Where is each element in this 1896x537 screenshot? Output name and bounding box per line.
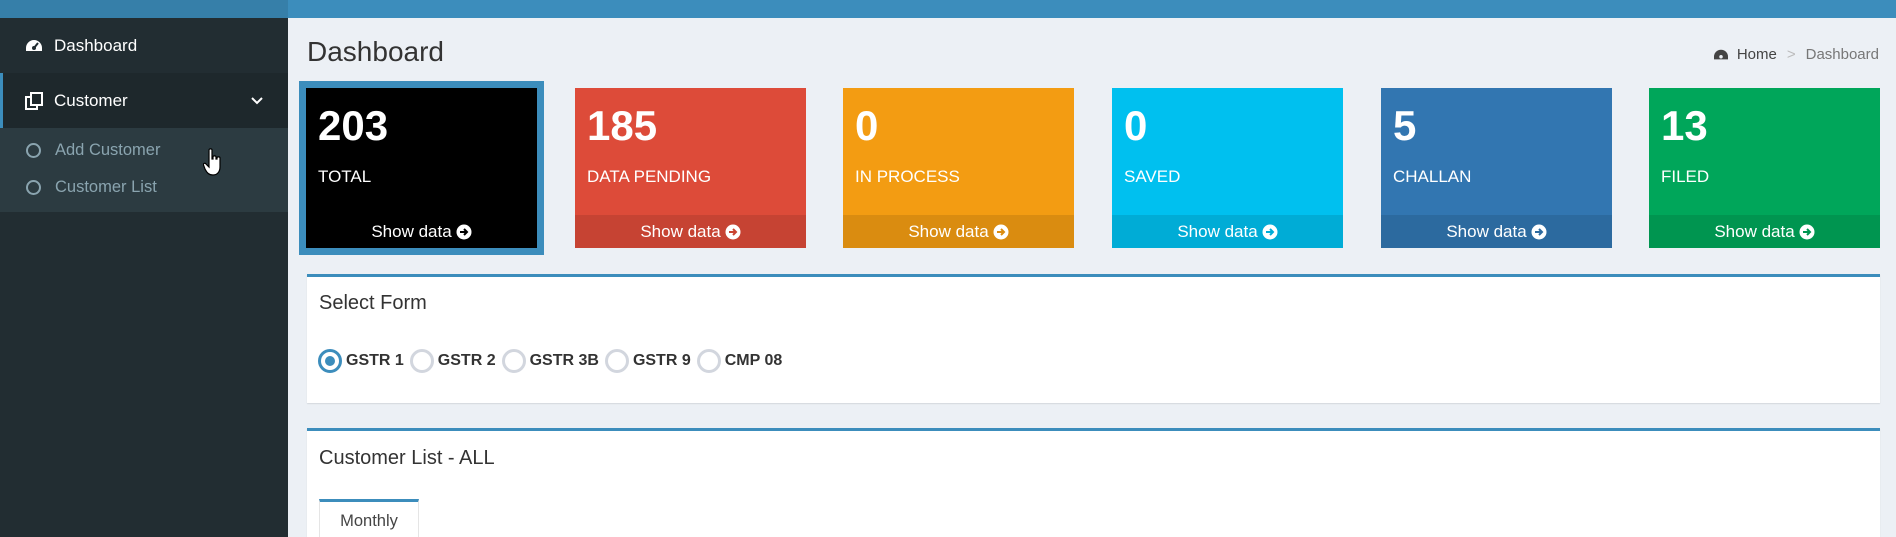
arrow-circle-right-icon	[725, 224, 741, 239]
select-form-panel: Select Form GSTR 1 GSTR 2 GSTR 3B GSTR 9…	[307, 274, 1880, 403]
stat-value: 203	[318, 102, 389, 149]
tab-monthly[interactable]: Monthly	[319, 499, 419, 537]
breadcrumb-separator: >	[1786, 46, 1796, 63]
sidebar-subitem-label: Customer List	[55, 178, 157, 196]
show-data-link[interactable]: Show data	[1381, 215, 1612, 248]
show-data-link[interactable]: Show data	[1649, 215, 1880, 248]
sidebar-item-customer[interactable]: Customer	[0, 73, 288, 128]
stat-box-filed: 13 FILED Show data	[1649, 88, 1880, 248]
stat-label: SAVED	[1124, 167, 1181, 186]
sidebar-item-customer-list[interactable]: Customer List	[0, 169, 288, 206]
radio-cmp08[interactable]: CMP 08	[696, 349, 783, 373]
stat-box-challan: 5 CHALLAN Show data	[1381, 88, 1612, 248]
show-data-label: Show data	[1714, 221, 1795, 241]
circle-icon	[26, 143, 41, 158]
top-navbar	[0, 0, 1896, 18]
show-data-link[interactable]: Show data	[306, 215, 537, 248]
show-data-label: Show data	[371, 221, 452, 241]
sidebar: Dashboard Customer Add Customer Customer…	[0, 18, 288, 537]
radio-gstr2[interactable]: GSTR 2	[409, 349, 496, 373]
radio-circle[interactable]	[696, 349, 721, 373]
arrow-circle-right-icon	[1799, 224, 1815, 239]
show-data-link[interactable]: Show data	[575, 215, 806, 248]
form-radio-group: GSTR 1 GSTR 2 GSTR 3B GSTR 9 CMP 08	[318, 349, 788, 373]
stat-box-total: 203 TOTAL Show data	[299, 81, 544, 255]
breadcrumb: Home > Dashboard	[1713, 46, 1879, 63]
stat-label: TOTAL	[318, 167, 372, 186]
stat-label: CHALLAN	[1393, 167, 1472, 186]
customer-submenu: Add Customer Customer List	[0, 128, 288, 212]
stat-label: DATA PENDING	[587, 167, 712, 186]
radio-circle[interactable]	[604, 349, 629, 373]
radio-label: CMP 08	[724, 352, 783, 369]
stat-label: IN PROCESS	[855, 167, 960, 186]
sidebar-item-label: Dashboard	[54, 35, 138, 55]
stat-value: 0	[1124, 102, 1148, 149]
radio-gstr9[interactable]: GSTR 9	[604, 349, 691, 373]
stat-value: 185	[587, 102, 658, 149]
customer-list-panel: Customer List - ALL Monthly	[307, 428, 1880, 537]
hand-cursor-icon	[203, 148, 221, 176]
sidebar-item-dashboard[interactable]: Dashboard	[0, 18, 288, 73]
sidebar-item-label: Customer	[54, 90, 128, 110]
sidebar-item-add-customer[interactable]: Add Customer	[0, 132, 288, 169]
page-title: Dashboard	[307, 36, 444, 67]
arrow-circle-right-icon	[1531, 224, 1547, 239]
stat-label: FILED	[1661, 167, 1710, 186]
radio-gstr3b[interactable]: GSTR 3B	[501, 349, 599, 373]
arrow-circle-right-icon	[1262, 224, 1278, 239]
radio-label: GSTR 2	[437, 352, 496, 369]
panel-title: Select Form	[319, 292, 427, 314]
show-data-link[interactable]: Show data	[843, 215, 1074, 248]
radio-label: GSTR 3B	[529, 352, 599, 369]
radio-circle[interactable]	[318, 349, 342, 373]
radio-circle[interactable]	[409, 349, 434, 373]
customer-icon	[25, 91, 43, 110]
stat-box-saved: 0 SAVED Show data	[1112, 88, 1343, 248]
radio-circle[interactable]	[501, 349, 526, 373]
show-data-label: Show data	[908, 221, 989, 241]
dashboard-icon	[1713, 49, 1728, 59]
radio-label: GSTR 1	[346, 352, 404, 369]
show-data-label: Show data	[640, 221, 721, 241]
panel-title: Customer List - ALL	[319, 447, 495, 469]
stat-box-in-process: 0 IN PROCESS Show data	[843, 88, 1074, 248]
stat-value: 5	[1393, 102, 1417, 149]
stat-box-data-pending: 185 DATA PENDING Show data	[575, 88, 806, 248]
radio-label: GSTR 9	[632, 352, 691, 369]
circle-icon	[26, 180, 41, 195]
stat-value: 0	[855, 102, 879, 149]
tab-label: Monthly	[340, 512, 398, 530]
show-data-label: Show data	[1446, 221, 1527, 241]
radio-gstr1[interactable]: GSTR 1	[318, 349, 404, 373]
show-data-link[interactable]: Show data	[1112, 215, 1343, 248]
chevron-down-icon[interactable]	[248, 91, 266, 109]
breadcrumb-current: Dashboard	[1805, 46, 1879, 63]
arrow-circle-right-icon	[993, 224, 1009, 239]
show-data-label: Show data	[1177, 221, 1258, 241]
arrow-circle-right-icon	[456, 224, 472, 239]
breadcrumb-home-link[interactable]: Home	[1737, 46, 1777, 63]
stat-value: 13	[1661, 102, 1708, 149]
logo-area[interactable]	[0, 0, 288, 18]
dashboard-icon	[25, 37, 43, 55]
sidebar-subitem-label: Add Customer	[55, 141, 161, 159]
